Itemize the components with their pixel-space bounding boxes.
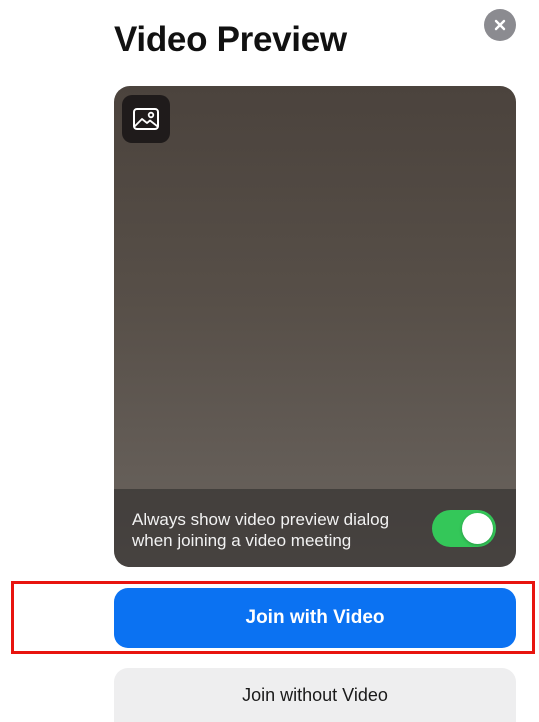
dialog-title: Video Preview <box>114 20 347 59</box>
close-button[interactable] <box>484 9 516 41</box>
always-show-preview-toggle[interactable] <box>432 510 496 547</box>
always-show-preview-label: Always show video preview dialog when jo… <box>132 510 390 550</box>
toggle-knob <box>462 513 493 544</box>
image-icon <box>133 108 159 130</box>
join-with-video-button[interactable]: Join with Video <box>114 588 516 648</box>
virtual-background-button[interactable] <box>122 95 170 143</box>
video-preview: Always show video preview dialog when jo… <box>114 86 516 567</box>
join-without-video-button[interactable]: Join without Video <box>114 668 516 722</box>
close-icon <box>494 19 506 31</box>
preview-settings-bar: Always show video preview dialog when jo… <box>114 489 516 567</box>
